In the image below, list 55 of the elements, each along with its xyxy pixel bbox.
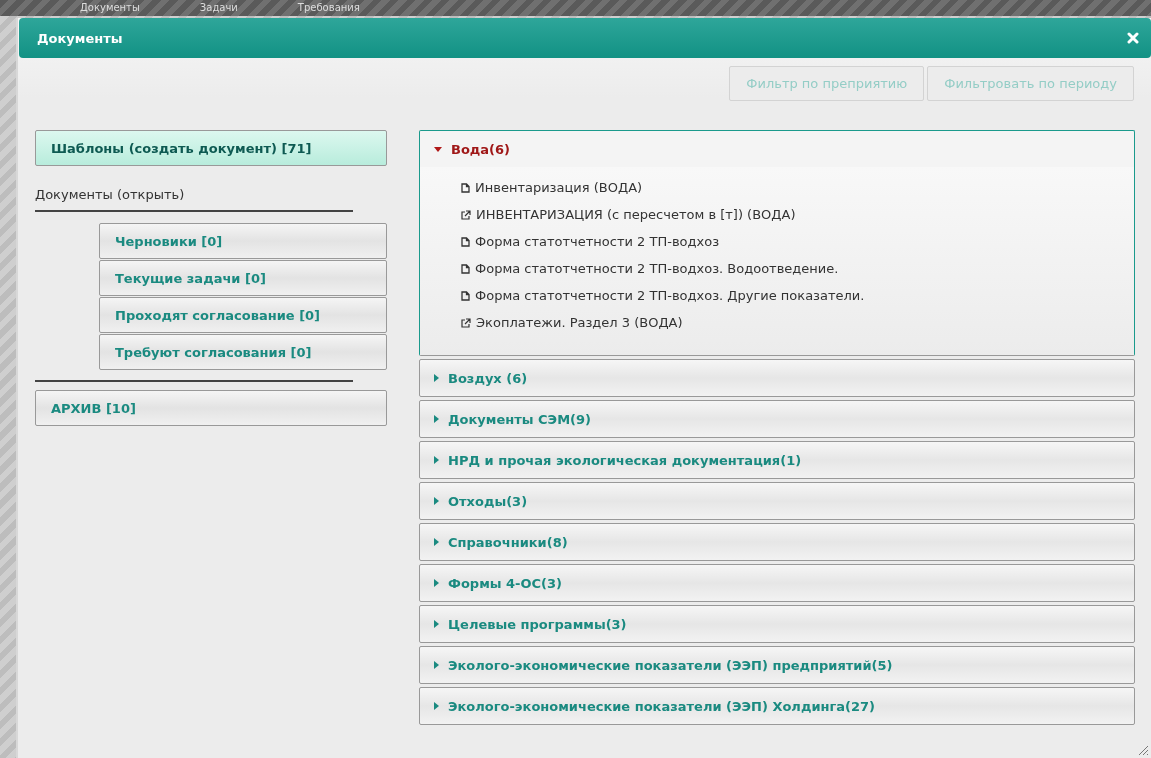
document-link[interactable]: Форма статотчетности 2 ТП-водхоз. Водоотведение.	[475, 260, 839, 277]
section-title: Целевые программы(3)	[448, 616, 627, 632]
document-icon	[461, 182, 470, 193]
accordion-header[interactable]: Эколого-экономические показатели (ЭЭП) предприятий(5)	[420, 647, 1134, 683]
caret-right-icon	[434, 620, 439, 628]
accordion-header[interactable]: Эколого-экономические показатели (ЭЭП) Холдинга(27)	[420, 688, 1134, 724]
caret-right-icon	[434, 497, 439, 505]
accordion-header[interactable]: Отходы(3)	[420, 483, 1134, 519]
caret-down-icon	[434, 146, 442, 152]
section-title: Эколого-экономические показатели (ЭЭП) предприятий(5)	[448, 657, 893, 673]
documents-list-item[interactable]: Требуют согласования [0]	[99, 334, 387, 370]
section-title: Отходы(3)	[448, 493, 528, 509]
document-link[interactable]: Форма статотчетности 2 ТП-водхоз	[475, 233, 720, 250]
caret-right-icon	[434, 374, 439, 382]
caret-right-icon	[434, 456, 439, 464]
resize-grip-icon[interactable]	[1137, 744, 1149, 756]
document-link[interactable]: Инвентаризация (ВОДА)	[475, 179, 643, 196]
document-icon	[461, 290, 470, 301]
accordion-header[interactable]: Целевые программы(3)	[420, 606, 1134, 642]
accordion-header[interactable]: Справочники(8)	[420, 524, 1134, 560]
document-link[interactable]: Экоплатежи. Раздел 3 (ВОДА)	[476, 314, 683, 331]
documents-list-item[interactable]: Черновики [0]	[99, 223, 387, 259]
document-link[interactable]: ИНВЕНТАРИЗАЦИЯ (с пересчетом в [т]) (ВОДА)	[476, 206, 796, 223]
section-title: Эколого-экономические показатели (ЭЭП) Холдинга(27)	[448, 698, 875, 714]
external-link-icon	[461, 317, 471, 328]
accordion-header[interactable]: Документы СЭМ(9)	[420, 401, 1134, 437]
documents-list-item[interactable]: Текущие задачи [0]	[99, 260, 387, 296]
section-title: Вода(6)	[451, 141, 511, 157]
section-title: Воздух (6)	[448, 370, 528, 386]
window-title: Документы	[37, 30, 123, 46]
caret-right-icon	[434, 538, 439, 546]
caret-right-icon	[434, 415, 439, 423]
document-icon	[461, 263, 470, 274]
section-title: Справочники(8)	[448, 534, 568, 550]
templates-button[interactable]: Шаблоны (создать документ) [71]	[35, 130, 387, 166]
background-tab[interactable]: Задачи	[199, 2, 238, 14]
accordion-header[interactable]: Вода(6)	[420, 131, 1134, 167]
document-icon	[461, 236, 470, 247]
document-link[interactable]: Форма статотчетности 2 ТП-водхоз. Другие показатели.	[475, 287, 865, 304]
accordion-header[interactable]: Формы 4-ОС(3)	[420, 565, 1134, 601]
archive-button[interactable]: АРХИВ [10]	[35, 390, 387, 426]
documents-heading: Документы (открыть)	[35, 187, 186, 202]
caret-right-icon	[434, 702, 439, 710]
section-title: НРД и прочая экологическая документация(1)	[448, 452, 802, 468]
caret-right-icon	[434, 661, 439, 669]
external-link-icon	[461, 209, 471, 220]
section-title: Документы СЭМ(9)	[448, 411, 591, 427]
documents-list-item[interactable]: Проходят согласование [0]	[99, 297, 387, 333]
accordion-header[interactable]: НРД и прочая экологическая документация(1)	[420, 442, 1134, 478]
caret-right-icon	[434, 579, 439, 587]
background-tab[interactable]: Документы	[80, 2, 140, 14]
close-icon[interactable]	[1127, 32, 1139, 44]
accordion-header[interactable]: Воздух (6)	[420, 360, 1134, 396]
section-title: Формы 4-ОС(3)	[448, 575, 562, 591]
background-tab[interactable]: Требования	[297, 2, 360, 14]
